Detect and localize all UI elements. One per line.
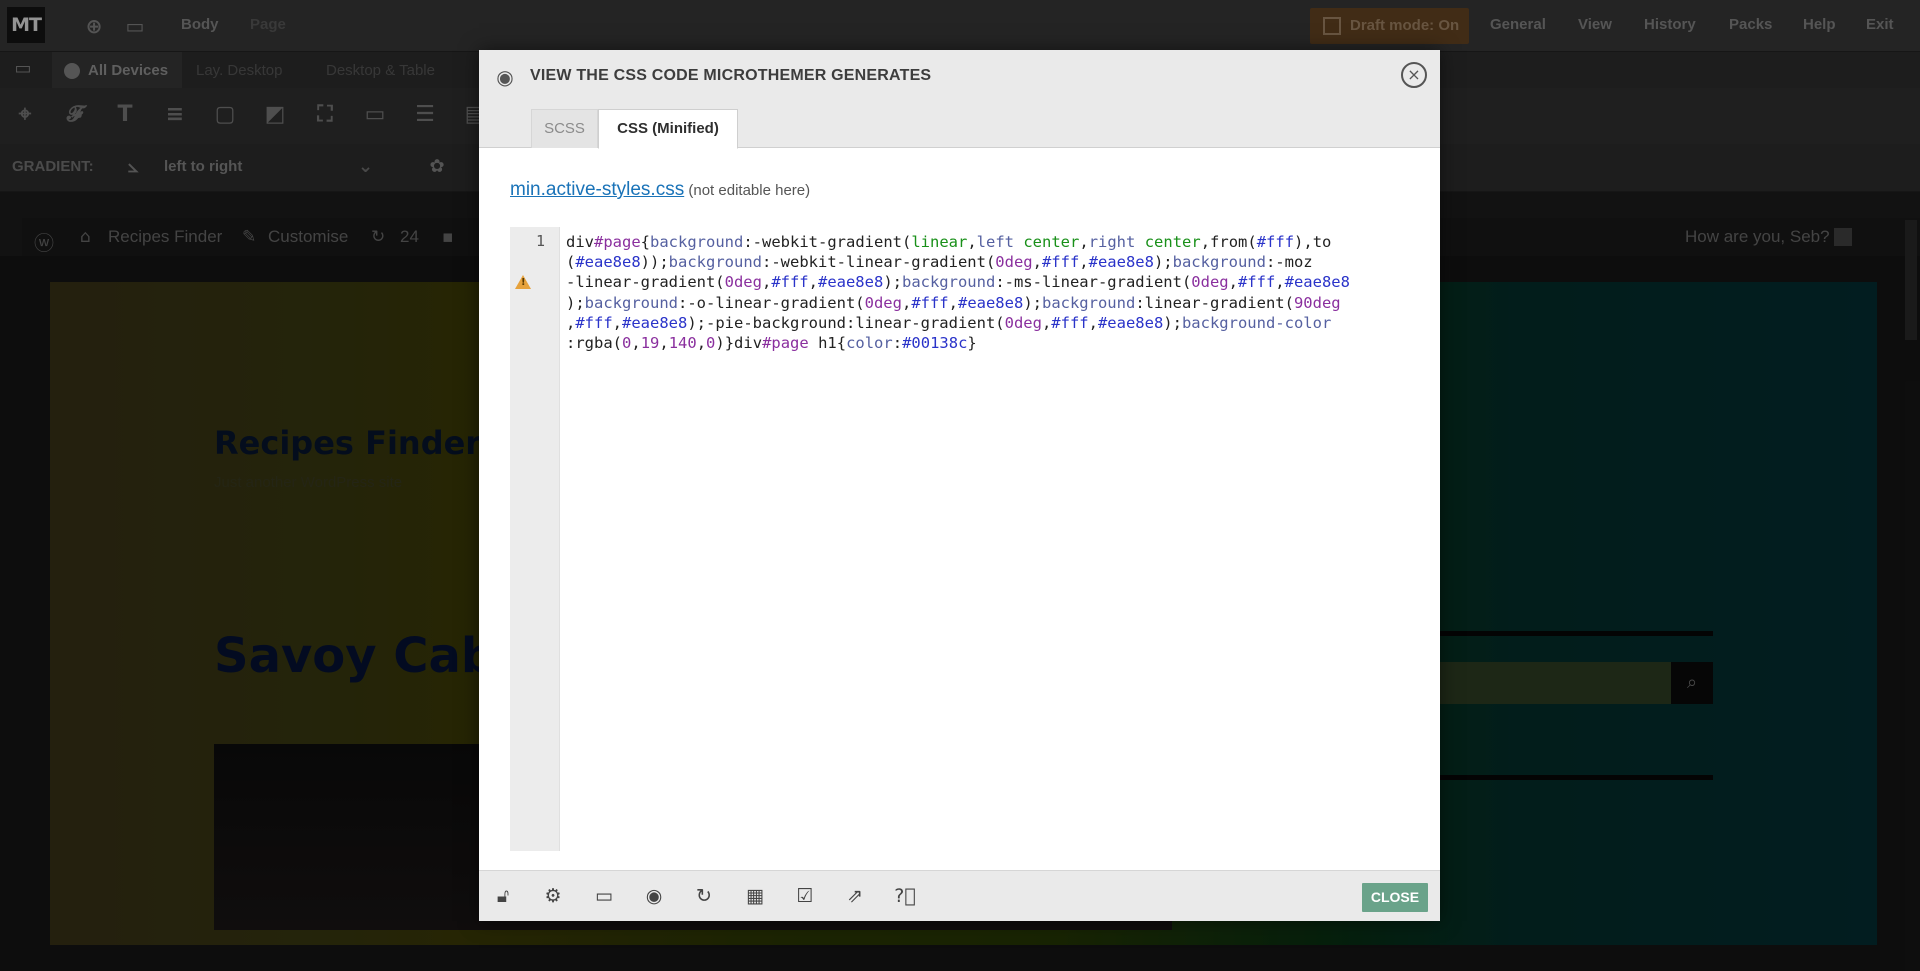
- modal-footer: 🔓︎ ⚙ ▭ ◉ ↻ ▦ ☑ ⇗ ?⃝ CLOSE: [479, 870, 1440, 921]
- close-icon[interactable]: ×: [1401, 62, 1427, 88]
- file-info: min.active-styles.css (not editable here…: [510, 179, 810, 201]
- export-icon[interactable]: ⇗: [843, 884, 867, 908]
- tab-css-minified[interactable]: CSS (Minified): [598, 109, 738, 149]
- warning-mark: !: [521, 277, 526, 288]
- modal-title: VIEW THE CSS CODE MICROTHEMER GENERATES: [530, 67, 932, 84]
- eye-icon[interactable]: ◉: [642, 884, 666, 908]
- help-icon[interactable]: ?⃝: [893, 884, 917, 908]
- lock-icon[interactable]: 🔓︎: [491, 884, 515, 908]
- layout-icon[interactable]: ▦: [743, 884, 767, 908]
- checkbox-icon[interactable]: ☑: [793, 884, 817, 908]
- devices-icon[interactable]: ▭: [592, 884, 616, 908]
- gear-icon[interactable]: ⚙: [541, 884, 565, 908]
- file-note: (not editable here): [688, 182, 811, 199]
- line-number: 1: [535, 232, 545, 250]
- css-code-modal: ◉ VIEW THE CSS CODE MICROTHEMER GENERATE…: [479, 50, 1440, 921]
- modal-header: ◉ VIEW THE CSS CODE MICROTHEMER GENERATE…: [479, 50, 1440, 149]
- editor-gutter: 1 !: [510, 227, 560, 851]
- stylesheet-link[interactable]: min.active-styles.css: [510, 179, 684, 200]
- tab-scss[interactable]: SCSS: [531, 109, 598, 148]
- refresh-icon[interactable]: ↻: [692, 884, 716, 908]
- eye-icon: ◉: [496, 65, 514, 89]
- close-button[interactable]: CLOSE: [1362, 883, 1428, 912]
- code-editor[interactable]: 1 ! div#page{background:-webkit-gradient…: [510, 227, 1410, 851]
- css-code[interactable]: div#page{background:-webkit-gradient(lin…: [566, 232, 1406, 353]
